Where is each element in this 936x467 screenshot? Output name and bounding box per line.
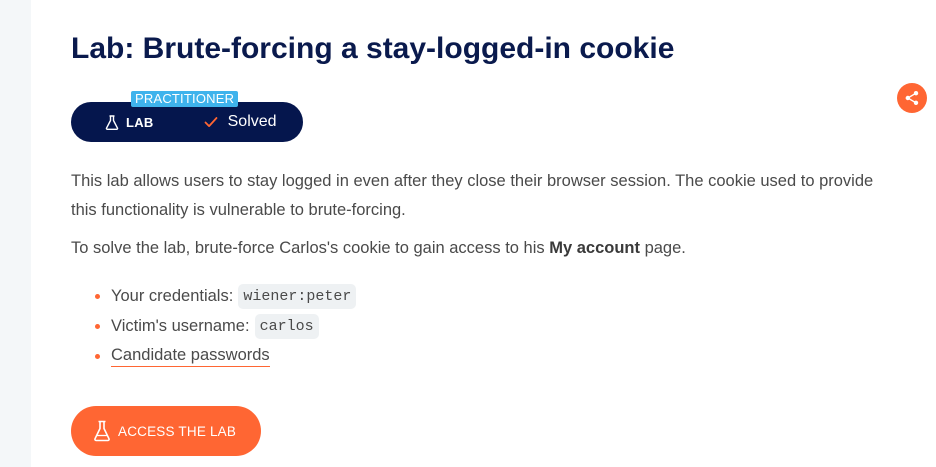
- left-sidebar-strip: [0, 0, 31, 467]
- flask-icon: [93, 420, 111, 442]
- flask-icon: [105, 114, 119, 130]
- solved-label: Solved: [227, 113, 277, 130]
- page-title: Lab: Brute-forcing a stay-logged-in cook…: [71, 32, 675, 65]
- bullet-dot: [95, 354, 100, 359]
- list-item-credentials: Your credentials: wiener:peter: [71, 281, 357, 311]
- share-icon: [905, 91, 919, 105]
- access-lab-button[interactable]: ACCESS THE LAB: [71, 406, 261, 456]
- candidate-passwords-link[interactable]: Candidate passwords: [111, 346, 270, 367]
- lab-status-pill: LAB Solved: [71, 102, 303, 142]
- objective-text-end: page.: [640, 239, 686, 257]
- list-item-passwords: Candidate passwords: [71, 341, 356, 371]
- access-lab-label: ACCESS THE LAB: [118, 423, 237, 439]
- check-icon: [204, 117, 218, 127]
- victim-label: Victim's username:: [111, 316, 250, 335]
- lab-details-list: Your credentials: wiener:peter Victim's …: [71, 281, 357, 371]
- credentials-label: Your credentials:: [111, 286, 234, 305]
- victim-username-code: carlos: [254, 313, 319, 339]
- bullet-dot: [95, 294, 100, 299]
- lab-description: This lab allows users to stay logged in …: [71, 172, 874, 219]
- bullet-dot: [95, 324, 100, 329]
- lab-label-group: LAB: [105, 115, 154, 130]
- lab-label: LAB: [126, 114, 154, 130]
- level-tag: PRACTITIONER: [131, 91, 239, 107]
- credentials-code: wiener:peter: [238, 283, 357, 309]
- lab-status-badge: PRACTITIONER LAB Solved: [71, 90, 303, 142]
- my-account-emphasis: My account: [549, 239, 640, 257]
- objective-text: To solve the lab, brute-force Carlos's c…: [71, 239, 550, 257]
- share-button[interactable]: [897, 83, 927, 113]
- list-item-victim: Victim's username: carlos: [71, 311, 356, 341]
- lab-objective: To solve the lab, brute-force Carlos's c…: [71, 234, 901, 263]
- solved-status: Solved: [204, 113, 277, 131]
